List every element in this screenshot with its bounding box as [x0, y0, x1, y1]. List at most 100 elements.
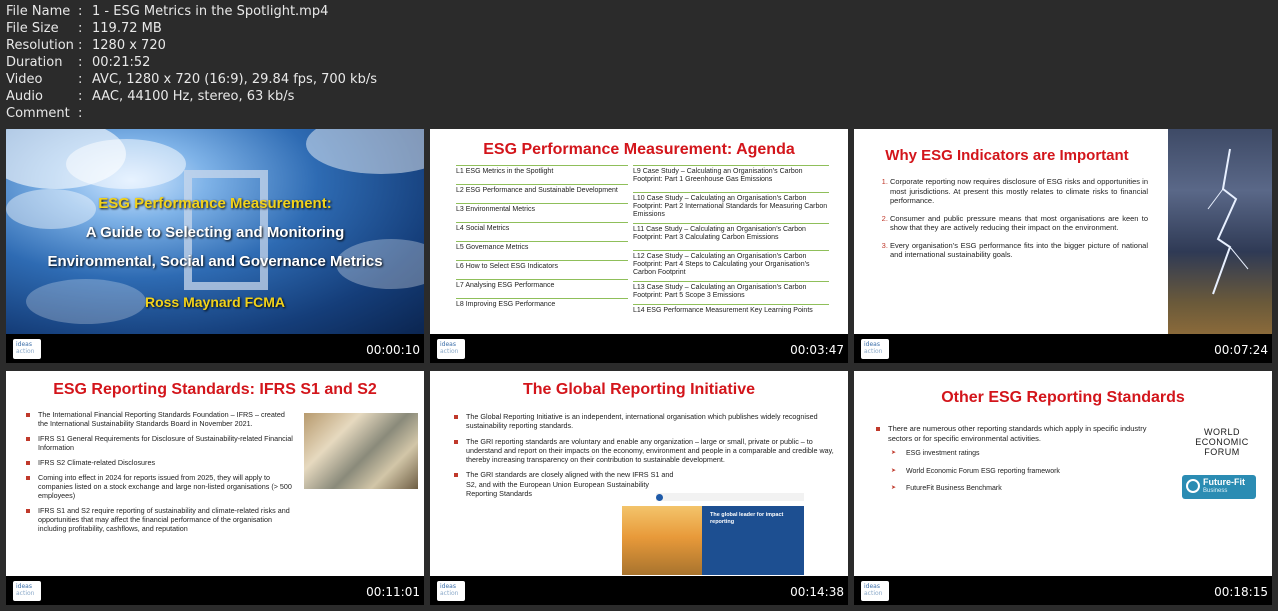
timestamp-strip: ideas action 00:00:10	[6, 334, 424, 363]
slide-title: ESG Reporting Standards: IFRS S1 and S2	[53, 381, 377, 398]
agenda-right-column: L9 Case Study – Calculating an Organisat…	[633, 165, 829, 319]
slide-title: ESG Performance Measurement: Agenda	[483, 141, 795, 158]
meta-key: Resolution	[6, 38, 74, 53]
slide-body: The Global Reporting Initiative is an in…	[452, 412, 836, 504]
thumbnail-6[interactable]: Other ESG Reporting Standards There are …	[854, 371, 1272, 605]
slide-author: Ross Maynard FCMA	[144, 294, 286, 310]
timestamp: 00:03:47	[790, 343, 844, 357]
meta-separator: :	[78, 72, 83, 87]
meta-separator: :	[78, 106, 83, 121]
agenda-item: L4 Social Metrics	[456, 222, 628, 241]
thumbnail-5[interactable]: The Global Reporting Initiative The Glob…	[430, 371, 848, 605]
timestamp: 00:11:01	[366, 585, 420, 599]
gri-panel-heading: The global leader for impact reporting	[710, 512, 784, 525]
slide-content: ESG Performance Measurement: Agenda L1 E…	[430, 129, 848, 334]
agenda-item: L9 Case Study – Calculating an Organisat…	[633, 165, 829, 192]
thumbnail-grid: ESG Performance Measurement: A Guide to …	[6, 129, 1272, 605]
gri-logo-icon	[656, 494, 663, 501]
timestamp: 00:00:10	[366, 343, 420, 357]
timestamp-strip: ideas action 00:14:38	[430, 576, 848, 605]
agenda-item: L6 How to Select ESG Indicators	[456, 260, 628, 279]
slide-title: The Global Reporting Initiative	[522, 381, 755, 398]
list-item: IFRS S1 and S2 require reporting of sust…	[26, 506, 296, 533]
list-item: The International Financial Reporting St…	[26, 410, 296, 428]
slide-content: Why ESG Indicators are Important Corpora…	[854, 129, 1272, 334]
meta-row-video: Video: AVC, 1280 x 720 (16:9), 29.84 fps,…	[6, 71, 377, 88]
meta-value: 00:21:52	[92, 55, 151, 70]
list-item: IFRS S1 General Requirements for Disclos…	[26, 434, 296, 452]
timestamp-strip: ideas action 00:18:15	[854, 576, 1272, 605]
slide-title-line-3: Environmental, Social and Governance Met…	[47, 253, 383, 270]
list-item: Coming into effect in 2024 for reports i…	[26, 473, 296, 500]
slide-body: Corporate reporting now requires disclos…	[872, 177, 1148, 268]
agenda-left-column: L1 ESG Metrics in the Spotlight L2 ESG P…	[456, 165, 628, 313]
ideas-action-logo: ideas action	[861, 581, 889, 601]
agenda-item: L13 Case Study – Calculating an Organisa…	[633, 281, 829, 304]
list-item: Corporate reporting now requires disclos…	[890, 177, 1148, 206]
timestamp: 00:07:24	[1214, 343, 1268, 357]
slide-title: Why ESG Indicators are Important	[885, 147, 1129, 164]
list-item: Every organisation’s ESG performance fit…	[890, 241, 1148, 260]
gri-website-screenshot: The global leader for impact reporting	[622, 493, 804, 575]
newspaper-image	[304, 413, 418, 489]
meta-key: Video	[6, 72, 43, 87]
thumbnail-4[interactable]: ESG Reporting Standards: IFRS S1 and S2 …	[6, 371, 424, 605]
meta-row-resolution: Resolution:1280 x 720	[6, 37, 377, 54]
agenda-item: L1 ESG Metrics in the Spotlight	[456, 165, 628, 184]
list-item: The GRI reporting standards are voluntar…	[454, 437, 836, 465]
timestamp: 00:18:15	[1214, 585, 1268, 599]
meta-key: Duration	[6, 55, 63, 70]
meta-key: File Size	[6, 21, 59, 36]
ideas-action-logo: ideas action	[13, 581, 41, 601]
meta-row-file-size: File Size:119.72 MB	[6, 20, 377, 37]
agenda-item: L11 Case Study – Calculating an Organisa…	[633, 223, 829, 250]
slide-title-line-2: A Guide to Selecting and Monitoring	[85, 224, 345, 241]
meta-value: 1280 x 720	[92, 38, 166, 53]
meta-key: Audio	[6, 89, 43, 104]
agenda-item: L2 ESG Performance and Sustainable Devel…	[456, 184, 628, 203]
list-item: The Global Reporting Initiative is an in…	[454, 412, 836, 431]
list-item: There are numerous other reporting stand…	[876, 424, 1162, 443]
ideas-action-logo: ideas action	[437, 339, 465, 359]
agenda-item: L10 Case Study – Calculating an Organisa…	[633, 192, 829, 223]
thumbnail-1[interactable]: ESG Performance Measurement: A Guide to …	[6, 129, 424, 363]
lightning-storm-image	[1168, 129, 1272, 334]
slide-title: Other ESG Reporting Standards	[941, 389, 1185, 406]
future-fit-icon	[1186, 479, 1200, 493]
ideas-action-logo: ideas action	[861, 339, 889, 359]
slide-body: The International Financial Reporting St…	[24, 410, 296, 539]
thumbnail-2[interactable]: ESG Performance Measurement: Agenda L1 E…	[430, 129, 848, 363]
ideas-action-logo: ideas action	[437, 581, 465, 601]
future-fit-logo: Future-Fit Business	[1182, 475, 1256, 499]
meta-value: 1 - ESG Metrics in the Spotlight.mp4	[92, 4, 329, 19]
agenda-item: L7 Analysing ESG Performance	[456, 279, 628, 298]
meta-row-audio: Audio: AAC, 44100 Hz, stereo, 63 kb/s	[6, 88, 377, 105]
meta-row-comment: Comment:	[6, 105, 377, 122]
meta-value: AAC, 44100 Hz, stereo, 63 kb/s	[92, 89, 295, 104]
lightning-icon	[1207, 148, 1249, 295]
slide-content: ESG Reporting Standards: IFRS S1 and S2 …	[6, 371, 424, 576]
meta-separator: :	[78, 89, 83, 104]
agenda-item: L5 Governance Metrics	[456, 241, 628, 260]
list-item: IFRS S2 Climate-related Disclosures	[26, 458, 296, 467]
meta-row-file-name: File Name:1 - ESG Metrics in the Spotlig…	[6, 3, 377, 20]
slide-content: The Global Reporting Initiative The Glob…	[430, 371, 848, 576]
agenda-item: L14 ESG Performance Measurement Key Lear…	[633, 304, 829, 319]
slide-title-line-1: ESG Performance Measurement:	[98, 195, 332, 212]
meta-value: 119.72 MB	[92, 21, 162, 36]
meta-separator: :	[78, 4, 83, 19]
meta-separator: :	[78, 21, 83, 36]
list-item: ESG investment ratings	[891, 449, 1162, 459]
meta-key: Comment	[6, 106, 70, 121]
agenda-item: L12 Case Study – Calculating an Organisa…	[633, 250, 829, 281]
timestamp-strip: ideas action 00:07:24	[854, 334, 1272, 363]
meta-value: AVC, 1280 x 720 (16:9), 29.84 fps, 700 k…	[92, 72, 377, 87]
file-metadata: File Name:1 - ESG Metrics in the Spotlig…	[6, 3, 377, 122]
meta-separator: :	[78, 55, 83, 70]
meta-separator: :	[78, 38, 83, 53]
timestamp: 00:14:38	[790, 585, 844, 599]
agenda-item: L3 Environmental Metrics	[456, 203, 628, 222]
thumbnail-3[interactable]: Why ESG Indicators are Important Corpora…	[854, 129, 1272, 363]
agenda-item: L8 Improving ESG Performance	[456, 298, 628, 313]
slide-body: There are numerous other reporting stand…	[874, 424, 1162, 502]
